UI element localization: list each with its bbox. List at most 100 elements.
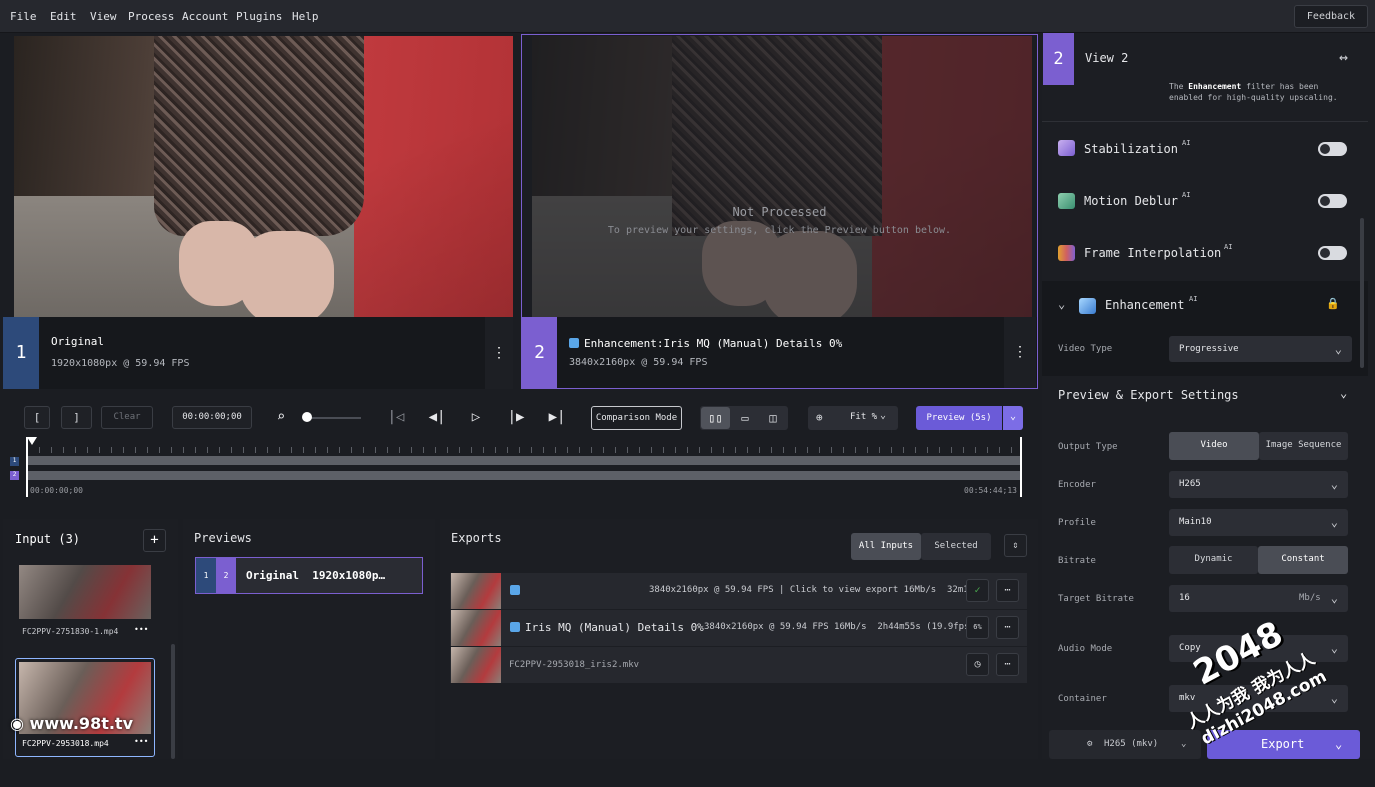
frame-interpolation-icon — [1058, 245, 1075, 261]
input-item-selected[interactable]: FC2PPV-2953018.mp4 ••• — [15, 658, 155, 757]
viewer2-info-bar: 2 Enhancement:Iris MQ (Manual) Details 0… — [522, 317, 1037, 388]
clear-button[interactable]: Clear — [101, 406, 153, 429]
sort-icon[interactable]: ⇕ — [1004, 534, 1027, 557]
input-file-2-more-icon[interactable]: ••• — [134, 737, 148, 746]
export-row-3-more-icon[interactable]: ⋯ — [996, 653, 1019, 676]
preview-item[interactable]: 1 2 Original 1920x1080p… — [195, 557, 423, 594]
zoom-select[interactable]: ⊕ Fit % ⌄ — [808, 406, 898, 430]
right-panel-scrollbar[interactable] — [1360, 218, 1364, 368]
export-thumb-2 — [451, 610, 501, 646]
input-scrollbar[interactable] — [171, 644, 175, 759]
menu-account[interactable]: Account — [182, 10, 228, 23]
export-queued-clock-icon: ◷ — [966, 653, 989, 676]
side-by-side-icon[interactable]: ▯▯ — [701, 407, 730, 429]
chevron-down-icon: ⌄ — [1330, 591, 1338, 605]
zoom-search-icon: ⌕ — [276, 409, 286, 425]
video-output-option[interactable]: Video — [1169, 432, 1259, 460]
video-type-select[interactable]: Progressive ⌄ — [1169, 336, 1352, 362]
chevron-down-icon: ⌄ — [1334, 342, 1342, 356]
export-row-1-info[interactable]: 3840x2160px @ 59.94 FPS | Click to view … — [649, 585, 980, 595]
preview-options-chevron-icon[interactable]: ⌄ — [1003, 406, 1023, 430]
export-row-2[interactable]: Iris MQ (Manual) Details 0% 3840x2160px … — [450, 610, 1027, 646]
all-inputs-tab[interactable]: All Inputs — [851, 533, 921, 560]
preview-export-settings-title: Preview & Export Settings — [1058, 388, 1239, 402]
export-progress: 6% — [966, 616, 989, 639]
stabilization-toggle[interactable] — [1318, 142, 1347, 156]
expand-icon[interactable]: ↔ — [1339, 48, 1348, 66]
motion-deblur-label: Motion Deblur — [1084, 194, 1178, 208]
track1-bar — [28, 456, 1020, 465]
chevron-down-icon: ⌄ — [1330, 477, 1338, 491]
zoom-slider-handle[interactable] — [302, 412, 312, 422]
menu-edit[interactable]: Edit — [50, 10, 77, 23]
image-sequence-option[interactable]: Image Sequence — [1259, 432, 1348, 460]
frame-interpolation-toggle[interactable] — [1318, 246, 1347, 260]
play-icon[interactable]: ▷ — [466, 409, 486, 425]
right-panel: 2 View 2 ↔ The Enhancement filter has be… — [1042, 33, 1375, 759]
format-button[interactable]: ⚙ H265 (mkv) ⌄ — [1049, 730, 1201, 759]
feedback-button[interactable]: Feedback — [1294, 5, 1368, 28]
export-row-1[interactable]: 3840x2160px @ 59.94 FPS | Click to view … — [450, 573, 1027, 609]
timecode-field[interactable]: 00:00:00;00 — [172, 406, 252, 429]
single-view-icon[interactable]: ▭ — [732, 407, 758, 429]
exports-title: Exports — [451, 531, 502, 545]
step-forward-icon[interactable]: |▶ — [505, 409, 527, 425]
profile-select[interactable]: Main10 ⌄ — [1169, 509, 1348, 536]
selected-tab[interactable]: Selected — [921, 533, 991, 560]
video-type-label: Video Type — [1058, 344, 1113, 354]
previews-title: Previews — [194, 531, 252, 545]
preview-item-badge-2: 2 — [216, 558, 236, 593]
container-select[interactable]: mkv ⌄ — [1169, 685, 1348, 712]
settings-collapse-chevron-icon[interactable]: ⌄ — [1340, 386, 1347, 400]
menu-plugins[interactable]: Plugins — [236, 10, 282, 23]
export-row-2-name: Iris MQ (Manual) Details 0% — [525, 621, 704, 634]
export-row-3[interactable]: FC2PPV-2953018_iris2.mkv ◷ ⋯ — [450, 647, 1027, 683]
viewer1-details: 1920x1080px @ 59.94 FPS — [51, 358, 190, 369]
menu-file[interactable]: File — [10, 10, 37, 23]
export-row-1-more-icon[interactable]: ⋯ — [996, 579, 1019, 602]
dynamic-bitrate-option[interactable]: Dynamic — [1169, 546, 1258, 574]
preview-button[interactable]: Preview (5s) — [916, 406, 1002, 430]
input-file-1-more-icon[interactable]: ••• — [134, 625, 148, 634]
not-processed-text: Not Processed — [732, 205, 827, 219]
constant-bitrate-option[interactable]: Constant — [1258, 546, 1348, 574]
chevron-down-icon: ⌄ — [1181, 739, 1187, 749]
export-row-2-more-icon[interactable]: ⋯ — [996, 616, 1019, 639]
mark-in-button[interactable]: [ — [24, 406, 50, 429]
playhead-icon[interactable] — [27, 437, 37, 445]
enhanced-preview-image[interactable] — [532, 36, 1032, 326]
menu-process[interactable]: Process — [128, 10, 174, 23]
watermark-logo-icon: ◉ — [10, 714, 30, 733]
original-preview-image[interactable] — [14, 36, 513, 317]
go-end-icon[interactable]: ▶| — [546, 409, 568, 425]
timeline-end-handle[interactable] — [1018, 437, 1022, 497]
enhancement-note-bold: Enhancement — [1188, 82, 1242, 91]
viewer2-title: Enhancement:Iris MQ (Manual) Details 0% — [584, 337, 843, 350]
export-options-chevron-icon[interactable]: ⌄ — [1335, 730, 1342, 759]
viewer2-details: 3840x2160px @ 59.94 FPS — [569, 357, 708, 368]
menu-help[interactable]: Help — [292, 10, 319, 23]
timeline[interactable]: 1 2 00:00:00;00 00:54:44;13 — [0, 437, 1040, 515]
comparison-mode-button[interactable]: Comparison Mode — [591, 406, 682, 430]
enhancement-ai-badge: AI — [1189, 295, 1198, 303]
target-bitrate-input[interactable]: 16 Mb/s ⌄ — [1169, 585, 1348, 612]
enhancement-collapse-chevron-icon[interactable]: ⌄ — [1058, 297, 1065, 311]
format-value: H265 (mkv) — [1104, 739, 1159, 749]
split-view-icon[interactable]: ◫ — [760, 407, 786, 429]
export-button[interactable]: Export ⌄ — [1207, 730, 1360, 759]
audio-mode-select[interactable]: Copy ⌄ — [1169, 635, 1348, 662]
timeline-start-handle[interactable] — [26, 437, 29, 497]
encoder-select[interactable]: H265 ⌄ — [1169, 471, 1348, 498]
viewer2-more-icon[interactable]: ⋮ — [1004, 317, 1036, 388]
motion-deblur-toggle[interactable] — [1318, 194, 1347, 208]
step-back-icon[interactable]: ◀| — [426, 409, 448, 425]
profile-label: Profile — [1058, 518, 1096, 528]
preview-item-label: Original 1920x1080p… — [246, 569, 386, 582]
mark-out-button[interactable]: ] — [61, 406, 92, 429]
viewer1-more-icon[interactable]: ⋮ — [485, 317, 513, 389]
input-file-1: FC2PPV-2751830-1.mp4 — [22, 627, 119, 636]
go-start-icon[interactable]: |◁ — [386, 409, 406, 425]
add-input-button[interactable]: + — [143, 529, 166, 552]
menu-view[interactable]: View — [90, 10, 117, 23]
input-thumb-1[interactable] — [19, 565, 151, 619]
